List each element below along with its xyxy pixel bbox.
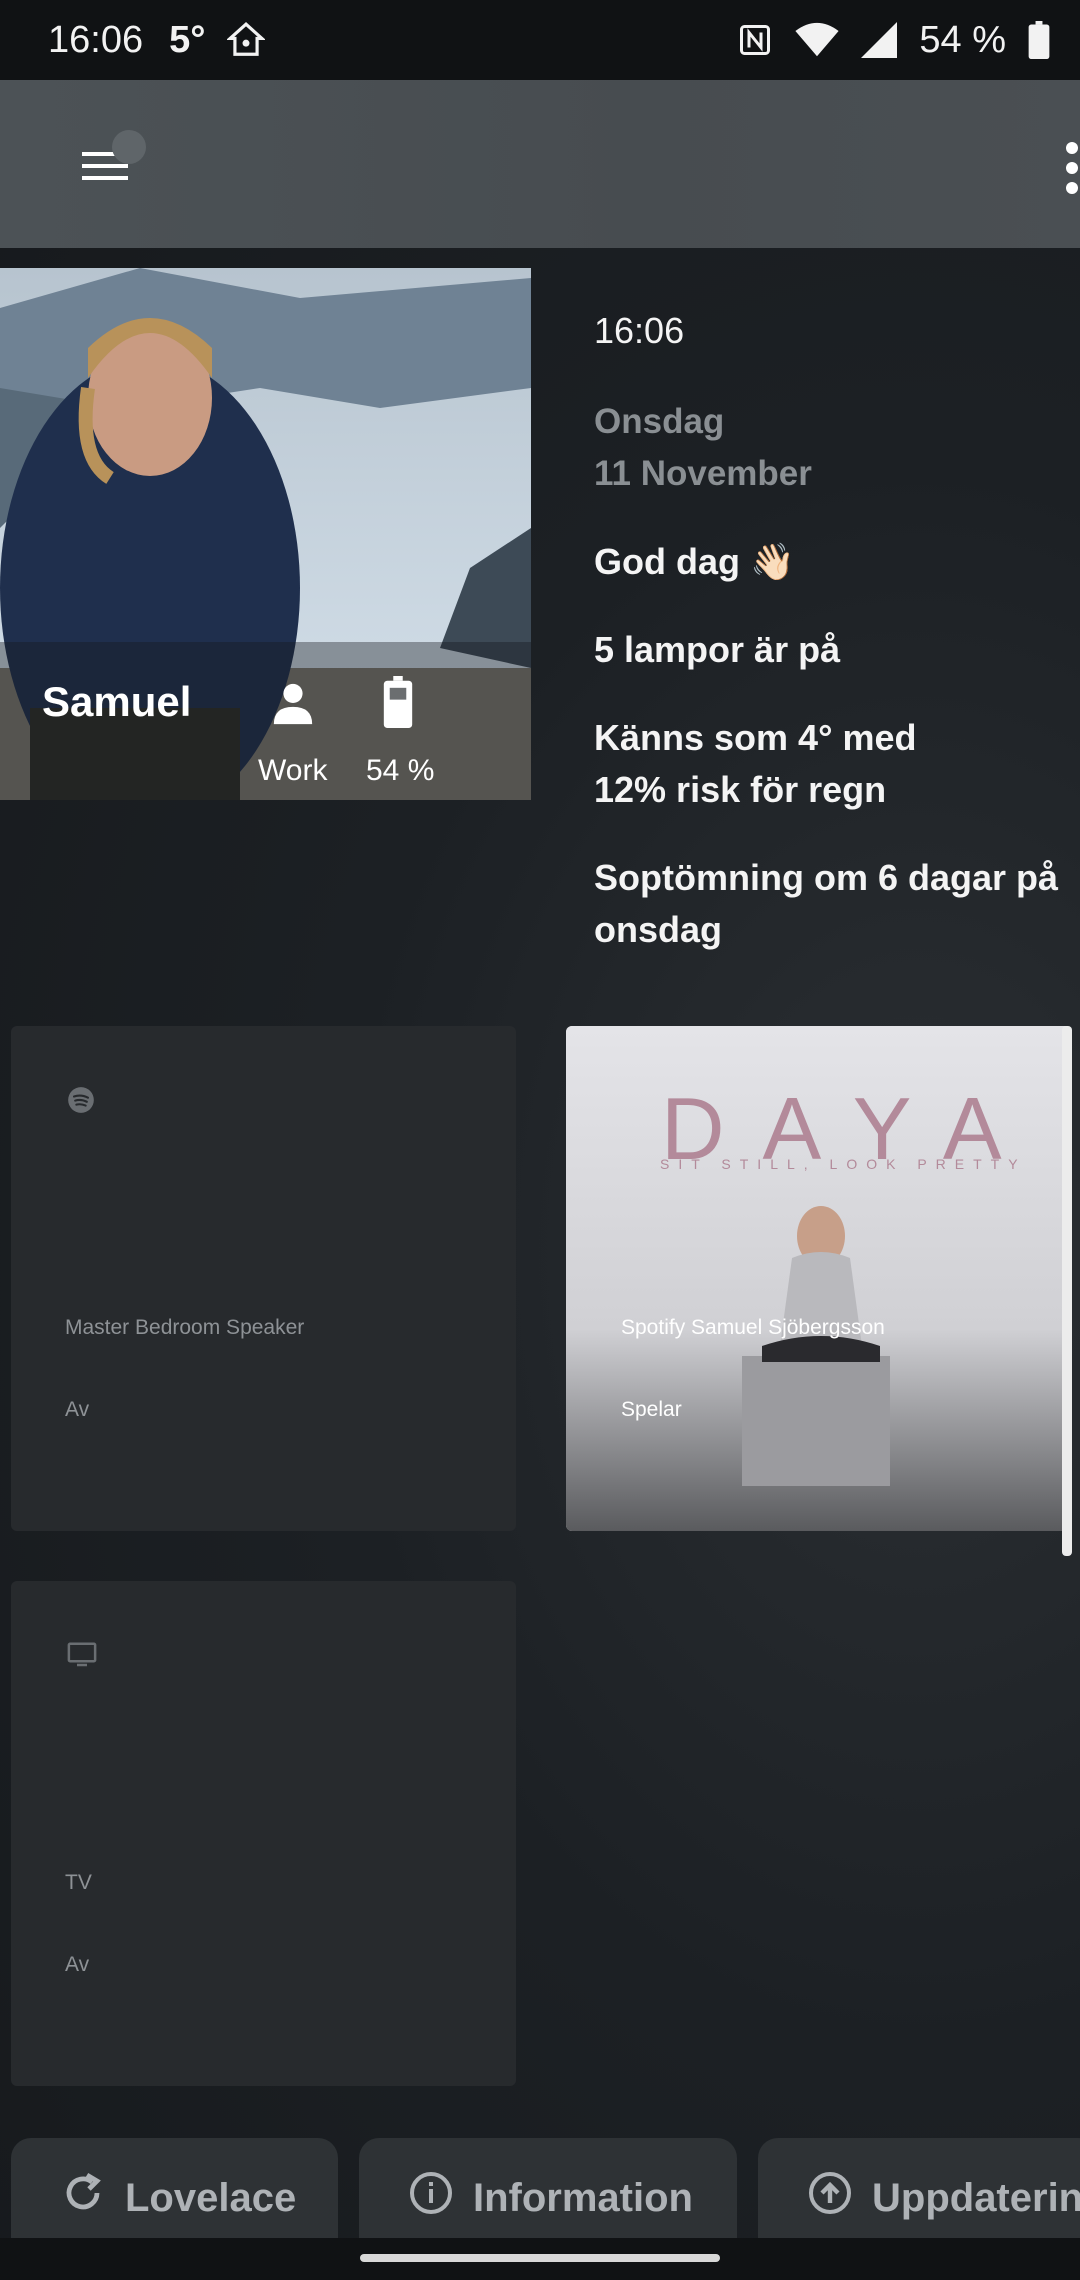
info-trash: Soptömning om 6 dagar på onsdag <box>594 852 1064 956</box>
status-battery-text: 54 % <box>919 18 1006 61</box>
album-subtitle: SIT STILL, LOOK PRETTY <box>660 1156 1027 1172</box>
info-icon <box>407 2169 455 2227</box>
status-temperature: 5° <box>169 18 206 61</box>
person-zone: Work <box>258 754 328 787</box>
screen: 16:06 5° 54 % Samuel Work 54 % 16:06 Ons… <box>0 0 1080 2280</box>
refresh-icon <box>59 2169 107 2227</box>
media-state: Av <box>65 1398 90 1421</box>
home-assistant-icon <box>227 21 266 59</box>
info-clock: 16:06 <box>594 310 685 351</box>
media-name: Spotify Samuel Sjöbergsson <box>621 1316 885 1339</box>
media-name: TV <box>65 1871 92 1894</box>
spotify-icon <box>67 1086 95 1119</box>
info-trash-line2: onsdag <box>594 909 723 950</box>
battery-icon <box>1028 21 1050 59</box>
status-time: 16:06 <box>48 18 144 61</box>
person-battery: 54 % <box>366 754 435 787</box>
media-name: Master Bedroom Speaker <box>65 1316 305 1339</box>
wifi-icon <box>795 22 839 58</box>
tab-label: Uppdatering <box>872 2175 1080 2220</box>
person-name: Samuel <box>42 678 192 725</box>
media-card-bedroom-speaker[interactable]: Master Bedroom Speaker Av <box>11 1026 516 1531</box>
nfc-icon <box>737 21 773 59</box>
person-battery-icon <box>381 676 415 733</box>
info-lights: 5 lampor är på <box>594 629 841 670</box>
overflow-menu-button[interactable] <box>1066 142 1080 194</box>
tab-label: Information <box>473 2175 693 2220</box>
info-date: 11 November <box>594 454 812 493</box>
gesture-handle[interactable] <box>360 2254 720 2262</box>
upload-icon <box>806 2169 854 2227</box>
tv-icon <box>67 1641 97 1674</box>
info-weather-line1: Känns som 4° med <box>594 717 917 758</box>
media-card-tv[interactable]: TV Av <box>11 1581 516 2086</box>
media-state: Av <box>65 1953 90 1976</box>
scrollbar[interactable] <box>1062 1026 1072 1556</box>
info-greeting: God dag 👋🏻 <box>594 541 795 582</box>
status-right: 54 % <box>737 19 1050 62</box>
status-bar: 16:06 5° 54 % <box>0 0 1080 80</box>
tab-label: Lovelace <box>125 2175 297 2220</box>
person-icon <box>270 680 316 731</box>
info-trash-line1: Soptömning om 6 dagar på <box>594 857 1059 898</box>
media-card-spotify[interactable]: DAYA SIT STILL, LOOK PRETTY Spotify Samu… <box>566 1026 1071 1531</box>
info-panel: 16:06 Onsdag 11 November God dag 👋🏻 5 la… <box>594 310 1064 956</box>
app-header <box>0 80 1080 248</box>
media-state: Spelar <box>621 1398 682 1421</box>
info-weather: Känns som 4° med 12% risk för regn <box>594 712 1064 816</box>
info-weekday: Onsdag <box>594 402 725 441</box>
info-weather-line2: 12% risk för regn <box>594 769 887 810</box>
notification-dot <box>112 130 146 164</box>
person-card[interactable]: Samuel Work 54 % <box>0 268 531 800</box>
signal-icon <box>861 22 898 58</box>
